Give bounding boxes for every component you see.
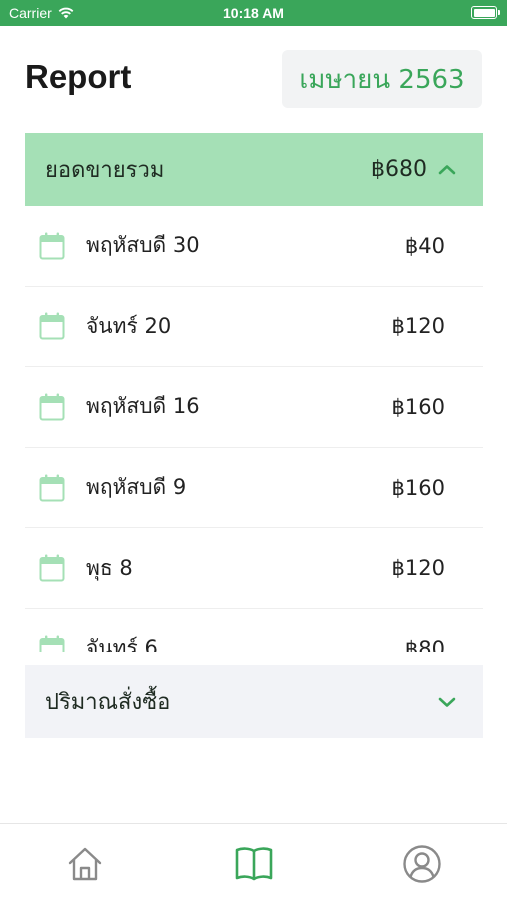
sales-section-title: ยอดขายรวม <box>45 158 165 183</box>
list-item-day: พฤหัสบดี 16 <box>86 394 200 419</box>
list-item[interactable]: พฤหัสบดี 9 ฿160 <box>25 448 483 529</box>
calendar-icon <box>39 312 65 340</box>
list-item[interactable]: จันทร์ 20 ฿120 <box>25 287 483 368</box>
list-item-day: พฤหัสบดี 9 <box>86 475 187 500</box>
order-section-title: ปริมาณสั่งซื้อ <box>45 690 171 715</box>
list-item[interactable]: พุธ 8 ฿120 <box>25 528 483 609</box>
order-section-header[interactable]: ปริมาณสั่งซื้อ <box>25 665 483 738</box>
list-item-day: จันทร์ 20 <box>86 313 172 338</box>
list-item-amount: ฿120 <box>391 314 445 339</box>
list-item-day: พฤหัสบดี 30 <box>86 233 200 258</box>
tab-home[interactable] <box>65 844 105 884</box>
calendar-icon <box>39 232 65 260</box>
tab-report[interactable] <box>234 844 274 884</box>
sales-total: ฿680 <box>371 157 427 182</box>
tab-profile[interactable] <box>402 844 442 884</box>
list-item-amount: ฿160 <box>391 394 445 419</box>
list-item[interactable]: จันทร์ 6 ฿80 <box>25 609 483 652</box>
page-title: Report <box>25 58 132 95</box>
chevron-down-icon <box>438 697 456 707</box>
sales-list[interactable]: พฤหัสบดี 30 ฿40 จันทร์ 20 ฿120 พฤหัสบดี … <box>25 206 483 652</box>
list-item-amount: ฿80 <box>404 636 445 652</box>
profile-icon <box>403 845 441 883</box>
list-item-amount: ฿40 <box>404 233 445 258</box>
home-icon <box>68 847 102 881</box>
list-item-day: จันทร์ 6 <box>86 636 158 652</box>
book-icon <box>235 847 273 881</box>
calendar-icon <box>39 393 65 421</box>
list-item[interactable]: พฤหัสบดี 16 ฿160 <box>25 367 483 448</box>
list-item-day: พุธ 8 <box>86 555 133 580</box>
calendar-icon <box>39 474 65 502</box>
sales-section-header[interactable]: ยอดขายรวม ฿680 <box>25 133 483 206</box>
list-item-amount: ฿120 <box>391 556 445 581</box>
calendar-icon <box>39 635 65 652</box>
month-picker-button[interactable]: เมษายน 2563 <box>282 50 482 108</box>
status-time: 10:18 AM <box>223 5 284 21</box>
list-item[interactable]: พฤหัสบดี 30 ฿40 <box>25 206 483 287</box>
battery-icon <box>471 6 500 19</box>
calendar-icon <box>39 554 65 582</box>
status-bar: Carrier 10:18 AM <box>0 0 507 26</box>
chevron-up-icon <box>438 164 456 174</box>
tab-bar <box>0 823 507 900</box>
list-item-amount: ฿160 <box>391 475 445 500</box>
month-label: เมษายน 2563 <box>299 64 465 95</box>
